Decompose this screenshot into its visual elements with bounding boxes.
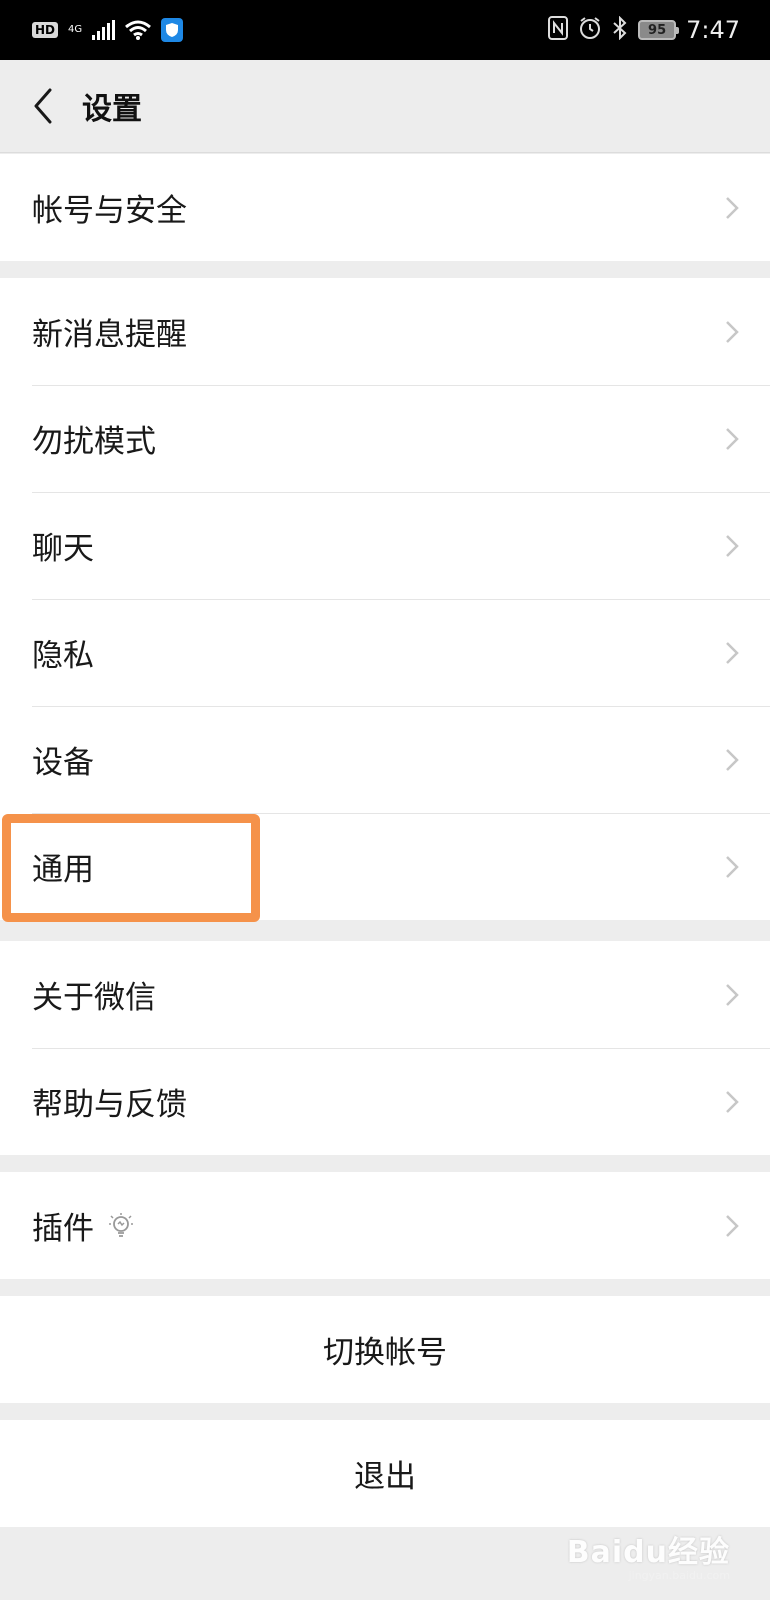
logout-label: 退出 — [354, 1459, 416, 1495]
chevron-right-icon — [726, 983, 739, 1006]
row-label: 帐号与安全 — [32, 193, 187, 229]
back-button[interactable] — [12, 60, 74, 153]
nfc-icon — [548, 15, 569, 45]
chevron-right-icon — [726, 427, 739, 450]
back-arrow-icon — [34, 88, 52, 124]
row-label: 聊天 — [32, 531, 94, 567]
chevron-right-icon — [726, 320, 739, 343]
switch-account-label: 切换帐号 — [323, 1335, 447, 1371]
group-account: 帐号与安全 — [0, 154, 770, 261]
group-plugins: 插件 — [0, 1172, 770, 1279]
settings-item-do-not-disturb[interactable]: 勿扰模式 — [0, 385, 770, 492]
title-bar: 设置 — [0, 60, 770, 153]
watermark-sub: jingyan.baidu.com — [628, 1569, 730, 1582]
row-label: 隐私 — [32, 638, 94, 674]
row-label: 设备 — [32, 745, 94, 781]
signal-icon — [92, 20, 116, 40]
bluetooth-icon — [612, 15, 628, 44]
page-title: 设置 — [82, 92, 142, 127]
chevron-right-icon — [726, 196, 739, 219]
watermark-main: Baidu经验 — [566, 1535, 730, 1570]
wifi-icon — [125, 20, 152, 40]
network-type: 4G — [68, 24, 83, 35]
switch-account-button[interactable]: 切换帐号 — [0, 1296, 770, 1403]
chevron-right-icon — [726, 641, 739, 664]
logout-button[interactable]: 退出 — [0, 1420, 770, 1527]
hd-badge: HD — [32, 22, 59, 38]
row-label: 勿扰模式 — [32, 424, 156, 460]
group-main: 新消息提醒 勿扰模式 聊天 隐私 设备 通用 — [0, 278, 770, 920]
lightbulb-icon — [109, 1212, 133, 1237]
chevron-right-icon — [726, 534, 739, 557]
settings-item-chat[interactable]: 聊天 — [0, 492, 770, 599]
settings-item-plugins[interactable]: 插件 — [0, 1172, 770, 1279]
settings-item-devices[interactable]: 设备 — [0, 706, 770, 813]
row-label: 帮助与反馈 — [32, 1087, 187, 1123]
settings-item-general[interactable]: 通用 — [0, 813, 770, 920]
settings-item-account-security[interactable]: 帐号与安全 — [0, 154, 770, 261]
row-label: 插件 — [32, 1211, 94, 1247]
shield-icon — [161, 18, 184, 42]
row-label: 关于微信 — [32, 980, 156, 1016]
row-label: 新消息提醒 — [32, 317, 187, 353]
chevron-right-icon — [726, 1090, 739, 1113]
row-label: 通用 — [32, 852, 94, 888]
group-about: 关于微信 帮助与反馈 — [0, 941, 770, 1155]
settings-item-about-wechat[interactable]: 关于微信 — [0, 941, 770, 1048]
status-time: 7:47 — [686, 16, 740, 44]
chevron-right-icon — [726, 1214, 739, 1237]
status-bar: HD 4G 95 7:47 — [0, 0, 770, 60]
alarm-icon — [578, 16, 602, 44]
chevron-right-icon — [726, 748, 739, 771]
watermark-logo: Baidu经验 jingyan.baidu.com — [567, 1527, 730, 1582]
battery-icon: 95 — [638, 20, 680, 40]
chevron-right-icon — [726, 855, 739, 878]
settings-item-privacy[interactable]: 隐私 — [0, 599, 770, 706]
settings-item-notifications[interactable]: 新消息提醒 — [0, 278, 770, 385]
settings-item-help-feedback[interactable]: 帮助与反馈 — [0, 1048, 770, 1155]
